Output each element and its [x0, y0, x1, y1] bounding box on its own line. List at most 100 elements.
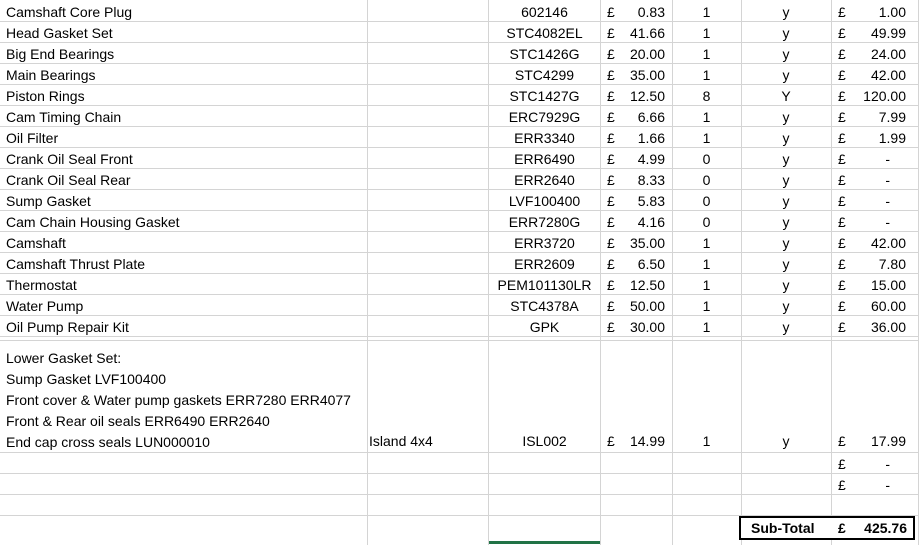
- quantity-cell[interactable]: 0: [673, 191, 740, 212]
- part-number-cell[interactable]: ERR7280G: [489, 212, 600, 233]
- flag-cell[interactable]: y: [742, 212, 830, 233]
- description-cell[interactable]: Camshaft: [6, 233, 366, 254]
- gasket-set-quantity[interactable]: 1: [673, 431, 740, 452]
- description-cell[interactable]: Camshaft Core Plug: [6, 2, 366, 23]
- quantity-cell[interactable]: 1: [673, 128, 740, 149]
- supplier-cell[interactable]: [369, 170, 487, 191]
- price-cell[interactable]: 6.66: [620, 107, 665, 128]
- quantity-cell[interactable]: 1: [673, 44, 740, 65]
- flag-cell[interactable]: y: [742, 170, 830, 191]
- gasket-set-part-number[interactable]: ISL002: [489, 431, 600, 452]
- supplier-cell[interactable]: [369, 233, 487, 254]
- part-number-cell[interactable]: ERR2609: [489, 254, 600, 275]
- part-number-cell[interactable]: 602146: [489, 2, 600, 23]
- total-cell[interactable]: 24.00: [850, 44, 906, 65]
- total-cell[interactable]: 42.00: [850, 233, 906, 254]
- gasket-set-total[interactable]: 17.99: [850, 431, 906, 452]
- description-cell[interactable]: Camshaft Thrust Plate: [6, 254, 366, 275]
- gasket-set-price[interactable]: 14.99: [620, 431, 665, 452]
- flag-cell[interactable]: y: [742, 275, 830, 296]
- total-cell[interactable]: 42.00: [850, 65, 906, 86]
- price-cell[interactable]: 35.00: [620, 65, 665, 86]
- price-currency-cell[interactable]: £: [607, 275, 621, 296]
- total-cell[interactable]: 36.00: [850, 317, 906, 338]
- total-cell[interactable]: 49.99: [850, 23, 906, 44]
- price-currency-cell[interactable]: £: [607, 86, 621, 107]
- price-currency-cell[interactable]: £: [607, 65, 621, 86]
- quantity-cell[interactable]: 1: [673, 107, 740, 128]
- part-number-cell[interactable]: STC1427G: [489, 86, 600, 107]
- price-currency-cell[interactable]: £: [607, 233, 621, 254]
- supplier-cell[interactable]: [369, 191, 487, 212]
- flag-cell[interactable]: y: [742, 254, 830, 275]
- total-cell[interactable]: -: [850, 454, 890, 475]
- supplier-cell[interactable]: [369, 44, 487, 65]
- quantity-cell[interactable]: 1: [673, 317, 740, 338]
- supplier-cell[interactable]: [369, 275, 487, 296]
- supplier-cell[interactable]: [369, 2, 487, 23]
- quantity-cell[interactable]: 1: [673, 296, 740, 317]
- description-cell[interactable]: Water Pump: [6, 296, 366, 317]
- flag-cell[interactable]: y: [742, 44, 830, 65]
- total-cell[interactable]: 1.99: [850, 128, 906, 149]
- part-number-cell[interactable]: STC4299: [489, 65, 600, 86]
- description-cell[interactable]: Crank Oil Seal Rear: [6, 170, 366, 191]
- part-number-cell[interactable]: STC1426G: [489, 44, 600, 65]
- gasket-set-supplier[interactable]: Island 4x4: [369, 431, 487, 452]
- supplier-cell[interactable]: [369, 317, 487, 338]
- part-number-cell[interactable]: ERC7929G: [489, 107, 600, 128]
- description-cell[interactable]: Big End Bearings: [6, 44, 366, 65]
- flag-cell[interactable]: y: [742, 317, 830, 338]
- price-cell[interactable]: 0.83: [620, 2, 665, 23]
- supplier-cell[interactable]: [369, 65, 487, 86]
- total-cell[interactable]: 7.99: [850, 107, 906, 128]
- price-cell[interactable]: 41.66: [620, 23, 665, 44]
- flag-cell[interactable]: y: [742, 65, 830, 86]
- total-cell[interactable]: -: [850, 170, 890, 191]
- flag-cell[interactable]: y: [742, 107, 830, 128]
- quantity-cell[interactable]: 0: [673, 149, 740, 170]
- quantity-cell[interactable]: 1: [673, 2, 740, 23]
- price-currency-cell[interactable]: £: [607, 44, 621, 65]
- quantity-cell[interactable]: 0: [673, 212, 740, 233]
- price-cell[interactable]: 30.00: [620, 317, 665, 338]
- supplier-cell[interactable]: [369, 128, 487, 149]
- total-cell[interactable]: 1.00: [850, 2, 906, 23]
- description-cell[interactable]: Cam Timing Chain: [6, 107, 366, 128]
- price-currency-cell[interactable]: £: [607, 212, 621, 233]
- price-currency-cell[interactable]: £: [607, 107, 621, 128]
- description-cell[interactable]: Thermostat: [6, 275, 366, 296]
- gasket-set-description[interactable]: Lower Gasket Set: Sump Gasket LVF100400 …: [6, 348, 366, 453]
- supplier-cell[interactable]: [369, 212, 487, 233]
- description-cell[interactable]: Sump Gasket: [6, 191, 366, 212]
- price-cell[interactable]: 4.16: [620, 212, 665, 233]
- quantity-cell[interactable]: 8: [673, 86, 740, 107]
- part-number-cell[interactable]: ERR2640: [489, 170, 600, 191]
- price-cell[interactable]: 12.50: [620, 275, 665, 296]
- part-number-cell[interactable]: GPK: [489, 317, 600, 338]
- price-cell[interactable]: 1.66: [620, 128, 665, 149]
- price-cell[interactable]: 20.00: [620, 44, 665, 65]
- supplier-cell[interactable]: [369, 149, 487, 170]
- part-number-cell[interactable]: LVF100400: [489, 191, 600, 212]
- supplier-cell[interactable]: [369, 23, 487, 44]
- price-currency-cell[interactable]: £: [607, 149, 621, 170]
- price-currency-cell[interactable]: £: [607, 254, 621, 275]
- description-cell[interactable]: Oil Pump Repair Kit: [6, 317, 366, 338]
- quantity-cell[interactable]: 1: [673, 23, 740, 44]
- total-cell[interactable]: -: [850, 475, 890, 496]
- flag-cell[interactable]: y: [742, 233, 830, 254]
- total-cell[interactable]: 60.00: [850, 296, 906, 317]
- supplier-cell[interactable]: [369, 107, 487, 128]
- price-cell[interactable]: 8.33: [620, 170, 665, 191]
- description-cell[interactable]: Crank Oil Seal Front: [6, 149, 366, 170]
- supplier-cell[interactable]: [369, 254, 487, 275]
- part-number-cell[interactable]: STC4082EL: [489, 23, 600, 44]
- price-cell[interactable]: 5.83: [620, 191, 665, 212]
- quantity-cell[interactable]: 1: [673, 275, 740, 296]
- description-cell[interactable]: Oil Filter: [6, 128, 366, 149]
- price-cell[interactable]: 50.00: [620, 296, 665, 317]
- quantity-cell[interactable]: 1: [673, 65, 740, 86]
- price-currency-cell[interactable]: £: [607, 23, 621, 44]
- price-cell[interactable]: 6.50: [620, 254, 665, 275]
